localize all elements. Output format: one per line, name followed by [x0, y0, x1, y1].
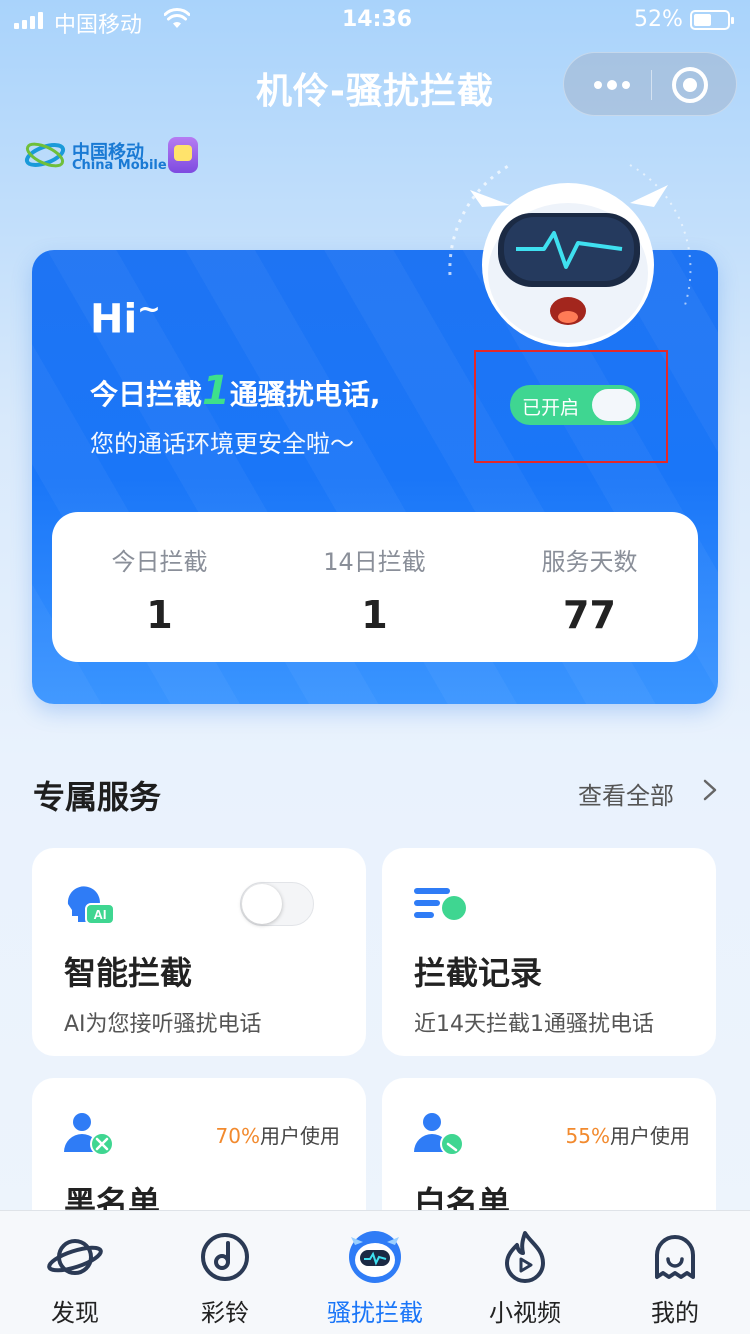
- tab-label: 骚扰拦截: [327, 1299, 423, 1327]
- clock: 14:36: [342, 7, 413, 32]
- service-card-smart-intercept[interactable]: AI 智能拦截 AI为您接听骚扰电话: [32, 848, 366, 1056]
- stats-panel: 今日拦截 1 14日拦截 1 服务天数 77: [52, 512, 698, 662]
- safety-message: 您的通话环境更安全啦～: [90, 430, 354, 458]
- capsule-divider: [651, 70, 652, 100]
- tab-label: 发现: [51, 1299, 99, 1327]
- brand-name-en: China Mobile: [72, 158, 167, 173]
- stat-value: 1: [361, 593, 388, 637]
- intercept-prefix: 今日拦截: [90, 378, 203, 411]
- usage-stat: 55%用户使用: [566, 1120, 690, 1149]
- tab-harassment-block[interactable]: 骚扰拦截: [300, 1211, 450, 1334]
- smart-intercept-toggle[interactable]: [240, 882, 314, 926]
- usage-text: 用户使用: [260, 1124, 340, 1148]
- usage-text: 用户使用: [610, 1124, 690, 1148]
- app-mascot-icon: [168, 137, 198, 173]
- tab-short-video[interactable]: 小视频: [450, 1211, 600, 1334]
- stat-today: 今日拦截 1: [52, 542, 267, 637]
- card-desc: AI为您接听骚扰电话: [64, 1012, 262, 1037]
- greeting: Hi~: [90, 292, 161, 343]
- usage-percent: 55%: [565, 1124, 610, 1148]
- intercept-count: 1: [202, 368, 230, 414]
- tab-ringtone[interactable]: 彩铃: [150, 1211, 300, 1334]
- user-allow-icon: [414, 1113, 464, 1156]
- record-list-icon: [414, 888, 466, 920]
- svg-text:AI: AI: [94, 907, 107, 922]
- flame-play-icon: [505, 1231, 545, 1283]
- wifi-icon: [164, 8, 190, 28]
- chevron-right-icon[interactable]: [700, 778, 720, 802]
- battery-percent: 52%: [634, 7, 683, 32]
- tab-mine[interactable]: 我的: [600, 1211, 750, 1334]
- stat-value: 77: [563, 593, 616, 637]
- section-title: 专属服务: [33, 778, 162, 816]
- toggle-knob: [242, 884, 282, 924]
- view-all-link[interactable]: 查看全部: [578, 776, 674, 811]
- stat-14-days: 14日拦截 1: [267, 542, 482, 637]
- stat-value: 1: [146, 593, 173, 637]
- bottom-tab-bar: 发现 彩铃 骚扰拦截 小视频 我的: [0, 1210, 750, 1334]
- carrier-name: 中国移动: [54, 13, 143, 38]
- card-desc: 近14天拦截1通骚扰电话: [414, 1012, 654, 1037]
- tab-label: 我的: [651, 1299, 699, 1327]
- user-block-icon: [64, 1113, 114, 1156]
- intercept-suffix: 通骚扰电话,: [229, 378, 381, 411]
- usage-percent: 70%: [215, 1124, 260, 1148]
- ai-head-icon: AI: [67, 886, 115, 925]
- toggle-highlight-box: [474, 350, 668, 463]
- mini-program-capsule: [563, 52, 737, 116]
- china-mobile-logo: [24, 142, 66, 168]
- tab-label: 彩铃: [201, 1299, 249, 1327]
- music-note-icon: [201, 1233, 249, 1281]
- stat-label: 今日拦截: [111, 548, 208, 576]
- card-title: 智能拦截: [64, 954, 193, 992]
- stat-label: 服务天数: [541, 548, 638, 576]
- tab-discover[interactable]: 发现: [0, 1211, 150, 1334]
- ghost-user-icon: [655, 1235, 695, 1279]
- card-title: 拦截记录: [414, 954, 543, 992]
- robot-icon: [349, 1231, 401, 1283]
- robot-mascot-icon: [448, 163, 692, 347]
- battery-icon: [690, 10, 734, 30]
- stat-label: 14日拦截: [323, 548, 426, 576]
- stat-service-days: 服务天数 77: [482, 542, 697, 637]
- planet-icon: [47, 1239, 103, 1275]
- signal-icon: [14, 11, 43, 29]
- more-dots-icon[interactable]: [584, 69, 640, 101]
- status-bar: 中国移动 14:36 52%: [0, 0, 750, 40]
- usage-stat: 70%用户使用: [216, 1120, 340, 1149]
- intercept-summary: 今日拦截1通骚扰电话,: [90, 368, 381, 414]
- target-close-icon[interactable]: [672, 67, 708, 103]
- greeting-tilde: ~: [137, 292, 161, 325]
- tab-label: 小视频: [489, 1299, 561, 1327]
- service-card-intercept-records[interactable]: 拦截记录 近14天拦截1通骚扰电话: [382, 848, 716, 1056]
